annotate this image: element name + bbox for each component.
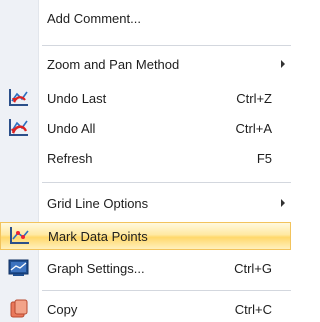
graph-settings-icon [8,259,29,276]
menu-item-add-comment[interactable]: Add Comment... [0,4,291,32]
menu-item-shortcut: Ctrl+Z [236,90,272,106]
submenu-arrow-icon [281,199,285,207]
copy-icon [10,299,28,318]
menu-item-label: Undo Last [47,90,107,106]
menu-item-copy[interactable]: Copy Ctrl+C [0,297,291,321]
menu-item-shortcut: F5 [256,150,272,166]
undo-all-icon [9,119,28,136]
menu-separator [42,290,291,291]
menu-item-zoom-and-pan-method[interactable]: Zoom and Pan Method [0,51,291,77]
menu-item-label: Undo All [47,120,96,136]
menu-item-label: Graph Settings... [47,260,145,276]
menu-separator [42,182,291,183]
menu-item-label: Zoom and Pan Method [47,56,180,72]
menu-item-grid-line-options[interactable]: Grid Line Options [0,190,291,216]
menu-item-undo-last[interactable]: Undo Last Ctrl+Z [0,85,291,111]
menu-item-label: Copy [47,301,78,317]
menu-item-mark-data-points[interactable]: Mark Data Points [0,222,291,250]
mark-data-points-icon [10,227,29,244]
menu-item-label: Refresh [47,150,93,166]
menu-separator [42,45,291,46]
undo-last-icon [9,89,28,106]
submenu-arrow-icon [281,60,285,68]
menu-item-label: Mark Data Points [48,228,148,244]
menu-item-shortcut: Ctrl+G [234,260,272,276]
context-menu: Add Comment... Zoom and Pan Method Undo … [0,0,291,322]
menu-item-label: Add Comment... [47,10,141,26]
menu-item-graph-settings[interactable]: Graph Settings... Ctrl+G [0,255,291,281]
menu-item-refresh[interactable]: Refresh F5 [0,145,291,171]
menu-item-undo-all[interactable]: Undo All Ctrl+A [0,115,291,141]
menu-item-shortcut: Ctrl+A [235,120,272,136]
menu-item-shortcut: Ctrl+C [234,301,272,317]
menu-item-label: Grid Line Options [47,195,149,211]
